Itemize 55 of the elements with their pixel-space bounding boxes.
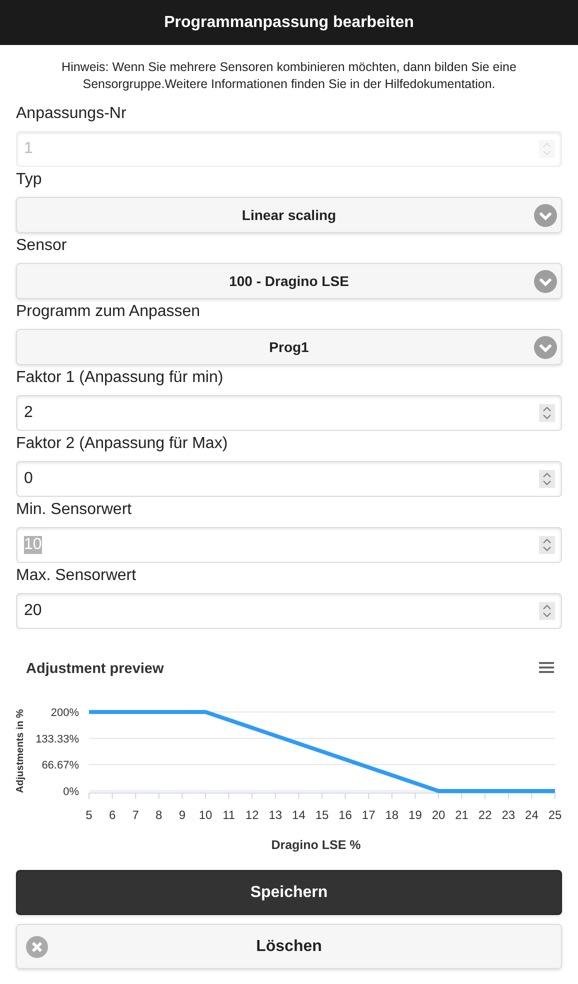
field-label: Faktor 1 (Anpassung für min) (16, 368, 224, 388)
x-tick-label: 6 (108, 808, 116, 822)
x-tick-label: 16 (338, 808, 352, 822)
x-tick-label: 22 (478, 808, 492, 822)
close-icon (26, 936, 48, 958)
x-tick-label: 5 (86, 808, 92, 822)
x-tick-label: 21 (455, 808, 468, 822)
y-tick-label: 133.33% (36, 733, 79, 746)
x-tick-label: 9 (178, 808, 186, 822)
x-tick-label: 19 (408, 808, 422, 822)
field-label: Anpassungs-Nr (16, 104, 126, 124)
y-tick-label: 0% (63, 786, 79, 798)
delete-button[interactable]: Löschen (16, 924, 562, 969)
select-field[interactable]: Linear scaling (16, 197, 562, 233)
x-tick-label: 8 (156, 808, 162, 822)
chevron-down-icon (534, 270, 557, 293)
save-button[interactable]: Speichern (16, 870, 562, 915)
x-tick-label: 25 (548, 808, 562, 822)
x-tick-label: 23 (502, 808, 516, 822)
hint-text: Hinweis: Wenn Sie mehrere Sensoren kombinieren möchten, dann bilden Sie eine Sensorgruppe.Weitere Informationen finden Sie in der Hilfedokumentation. (60, 59, 518, 93)
chevron-down-icon (534, 204, 557, 227)
x-tick-label: 12 (245, 808, 259, 822)
select-field[interactable]: 100 - Dragino LSE (16, 263, 562, 299)
field-label: Max. Sensorwert (16, 566, 136, 586)
x-tick-label: 24 (525, 808, 538, 822)
spinner-icon[interactable] (539, 470, 555, 488)
spinner-icon[interactable] (539, 404, 555, 422)
spinner-icon[interactable] (539, 602, 555, 620)
y-axis-title: Adjustments in % (16, 709, 26, 793)
x-tick-label: 13 (268, 808, 282, 822)
y-tick-label: 200% (50, 707, 79, 719)
field-label: Min. Sensorwert (16, 500, 132, 520)
field-label: Programm zum Anpassen (16, 302, 200, 322)
x-tick-label: 14 (292, 808, 306, 822)
field-label: Sensor (16, 236, 67, 256)
number-field[interactable]: 2 (16, 395, 562, 431)
field-label: Faktor 2 (Anpassung für Max) (16, 434, 228, 454)
chevron-down-icon (534, 336, 557, 359)
dialog-title: Programmanpassung bearbeiten (164, 14, 414, 32)
chart-title: Adjustment preview (26, 661, 164, 677)
x-tick-label: 17 (362, 808, 376, 822)
spinner-icon[interactable] (539, 536, 555, 554)
x-tick-label: 20 (432, 808, 446, 822)
x-tick-label: 11 (222, 808, 236, 822)
x-tick-label: 18 (385, 808, 399, 822)
x-tick-label: 15 (315, 808, 329, 822)
x-tick-label: 7 (132, 808, 139, 822)
number-field[interactable]: 0 (16, 461, 562, 497)
x-tick-label: 10 (198, 808, 212, 822)
x-axis-title: Dragino LSE % (271, 838, 361, 852)
y-tick-label: 66.67% (42, 760, 79, 772)
field-label: Typ (16, 170, 42, 190)
select-field[interactable]: Prog1 (16, 329, 562, 365)
menu-icon[interactable] (539, 662, 554, 673)
number-field[interactable]: 20 (16, 593, 562, 629)
